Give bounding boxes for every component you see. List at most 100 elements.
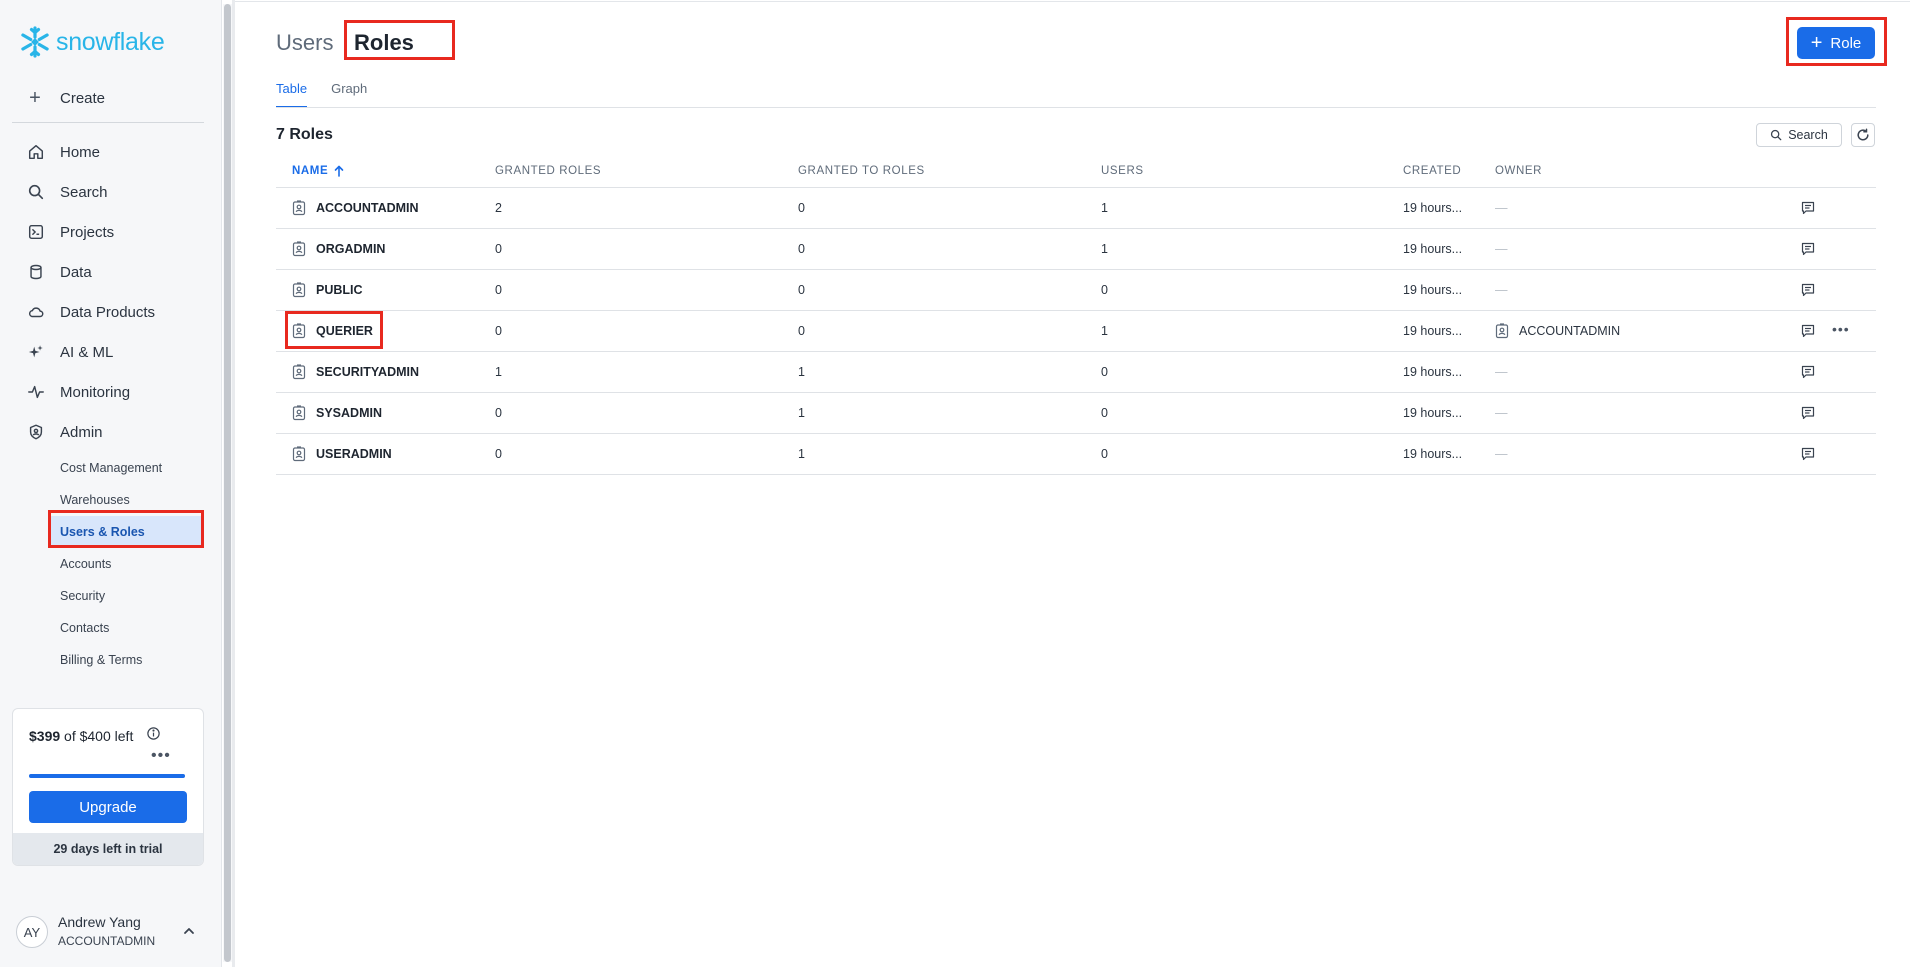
role-name-cell[interactable]: ACCOUNTADMIN	[292, 200, 419, 216]
comment-icon[interactable]	[1801, 406, 1815, 423]
sidebar-subitem-cost-management[interactable]: Cost Management	[0, 452, 222, 484]
table-row[interactable]: SECURITYADMIN 1 1 0 19 hours... —	[276, 352, 1876, 393]
sidebar-item-projects[interactable]: Projects	[0, 212, 222, 252]
upgrade-button[interactable]: Upgrade	[29, 791, 187, 823]
sidebar: snowflake + Create Home Search Projects	[0, 0, 222, 967]
granted-roles-cell: 0	[495, 406, 502, 420]
comment-icon[interactable]	[1801, 242, 1815, 259]
role-name: ORGADMIN	[316, 242, 386, 256]
tab-table[interactable]: Table	[276, 80, 308, 108]
trial-days-left: 29 days left in trial	[13, 833, 203, 865]
sparkle-icon	[26, 342, 46, 362]
sidebar-item-label: Search	[60, 183, 108, 201]
sidebar-item-label: AI & ML	[60, 343, 114, 361]
refresh-button[interactable]	[1851, 123, 1875, 147]
table-row[interactable]: PUBLIC 0 0 0 19 hours... —	[276, 270, 1876, 311]
amount-used: $399	[29, 728, 61, 744]
users-cell: 1	[1101, 242, 1108, 256]
table-row[interactable]: ACCOUNTADMIN 2 0 1 19 hours... —	[276, 188, 1876, 229]
more-options-icon[interactable]: •••	[151, 747, 171, 765]
create-button[interactable]: + Create	[24, 84, 105, 112]
role-icon	[292, 405, 306, 421]
plus-icon: +	[1810, 32, 1823, 54]
sidebar-divider	[12, 122, 204, 123]
granted-to-roles-cell: 0	[798, 242, 805, 256]
sidebar-scrollbar[interactable]	[223, 4, 232, 962]
owner-cell: —	[1495, 242, 1508, 256]
snowflake-logo[interactable]: snowflake	[18, 24, 165, 60]
sidebar-item-monitoring[interactable]: Monitoring	[0, 372, 222, 412]
granted-to-roles-cell: 0	[798, 324, 805, 338]
table-search-button[interactable]: Search	[1756, 123, 1842, 147]
scrollbar-thumb[interactable]	[224, 4, 231, 962]
sidebar-item-search[interactable]: Search	[0, 172, 222, 212]
role-name-cell[interactable]: PUBLIC	[292, 282, 363, 298]
column-header-name[interactable]: NAME	[292, 165, 344, 177]
comment-icon[interactable]	[1801, 324, 1815, 341]
role-name-cell[interactable]: SECURITYADMIN	[292, 364, 419, 380]
add-role-button[interactable]: + Role	[1797, 27, 1875, 59]
brand-name: snowflake	[56, 27, 165, 56]
role-name: PUBLIC	[316, 283, 363, 297]
cloud-icon	[26, 302, 46, 322]
sidebar-item-home[interactable]: Home	[0, 132, 222, 172]
column-label: NAME	[292, 165, 329, 177]
sidebar-item-data[interactable]: Data	[0, 252, 222, 292]
user-menu[interactable]: AY Andrew Yang ACCOUNTADMIN	[16, 912, 206, 952]
role-icon	[292, 200, 306, 216]
owner-cell: —	[1495, 201, 1508, 215]
sidebar-item-label: Monitoring	[60, 383, 131, 401]
info-icon[interactable]	[146, 726, 161, 744]
role-name-cell[interactable]: QUERIER	[292, 323, 373, 339]
breadcrumb-users[interactable]: Users	[276, 30, 333, 56]
table-body: ACCOUNTADMIN 2 0 1 19 hours... — ORGADMI…	[276, 188, 1876, 475]
column-header-granted-roles[interactable]: GRANTED ROLES	[495, 165, 601, 177]
sidebar-subitem-contacts[interactable]: Contacts	[0, 612, 222, 644]
sidebar-item-label: Home	[60, 143, 101, 161]
granted-to-roles-cell: 0	[798, 283, 805, 297]
role-name-cell[interactable]: ORGADMIN	[292, 241, 385, 257]
sidebar-subitem-billing-terms[interactable]: Billing & Terms	[0, 644, 222, 676]
granted-to-roles-cell: 1	[798, 447, 805, 461]
comment-icon[interactable]	[1801, 447, 1815, 464]
table-row[interactable]: SYSADMIN 0 1 0 19 hours... —	[276, 393, 1876, 434]
comment-icon[interactable]	[1801, 201, 1815, 218]
search-icon	[26, 182, 46, 202]
amount-left: left	[114, 728, 134, 744]
sidebar-subitem-accounts[interactable]: Accounts	[0, 548, 222, 580]
more-options-icon[interactable]: •••	[1832, 321, 1850, 337]
granted-roles-cell: 0	[495, 324, 502, 338]
plus-icon: +	[29, 87, 41, 109]
add-role-label: Role	[1830, 34, 1862, 52]
sidebar-nav: Home Search Projects Data Data Products	[0, 132, 222, 452]
owner-cell: ACCOUNTADMIN	[1495, 323, 1620, 339]
created-cell: 19 hours...	[1403, 365, 1463, 379]
column-header-granted-to-roles[interactable]: GRANTED TO ROLES	[798, 165, 925, 177]
column-header-users[interactable]: USERS	[1101, 165, 1144, 177]
sidebar-subitem-warehouses[interactable]: Warehouses	[0, 484, 222, 516]
sidebar-item-admin[interactable]: Admin	[0, 412, 222, 452]
role-name-cell[interactable]: USERADMIN	[292, 446, 392, 462]
sidebar-subitem-users-roles[interactable]: Users & Roles	[50, 516, 202, 548]
sidebar-subitem-security[interactable]: Security	[0, 580, 222, 612]
sidebar-item-data-products[interactable]: Data Products	[0, 292, 222, 332]
column-header-owner[interactable]: OWNER	[1495, 165, 1542, 177]
table-row[interactable]: QUERIER 0 0 1 19 hours... ACCOUNTADMIN •…	[276, 311, 1876, 352]
column-header-created[interactable]: CREATED	[1403, 165, 1461, 177]
tab-graph[interactable]: Graph	[331, 80, 367, 108]
view-tabs: Table Graph	[276, 80, 391, 108]
table-row[interactable]: USERADMIN 0 1 0 19 hours... —	[276, 434, 1876, 475]
role-name-cell[interactable]: SYSADMIN	[292, 405, 382, 421]
granted-roles-cell: 0	[495, 283, 502, 297]
table-row[interactable]: ORGADMIN 0 0 1 19 hours... —	[276, 229, 1876, 270]
users-cell: 1	[1101, 324, 1108, 338]
created-cell: 19 hours...	[1403, 447, 1463, 461]
sidebar-item-label: Data	[60, 263, 92, 281]
comment-icon[interactable]	[1801, 283, 1815, 300]
sidebar-item-ai-ml[interactable]: AI & ML	[0, 332, 222, 372]
owner-cell: —	[1495, 447, 1508, 461]
comment-icon[interactable]	[1801, 365, 1815, 382]
users-cell: 0	[1101, 283, 1108, 297]
owner-name[interactable]: ACCOUNTADMIN	[1519, 324, 1620, 338]
amount-total: of $400	[64, 728, 111, 744]
